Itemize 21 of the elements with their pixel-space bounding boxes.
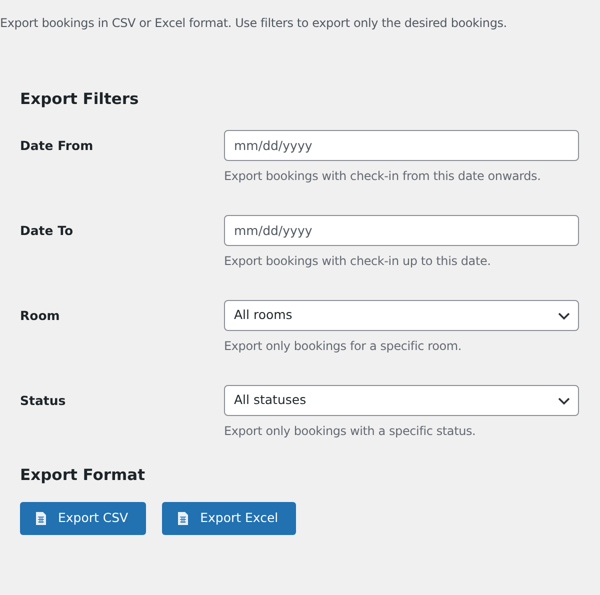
field-label: Status (19, 392, 67, 410)
intro-text: Export bookings in CSV or Excel format. Use filters to export only the desired bookings. (0, 15, 508, 32)
field-description: Export only bookings with a specific status. (224, 423, 477, 440)
date-input[interactable]: mm/dd/yyyy (224, 130, 579, 162)
dropdown[interactable]: All rooms (224, 300, 579, 332)
export-button[interactable]: Export CSV (20, 502, 146, 534)
document-icon (178, 512, 188, 524)
chevron-down-icon (558, 396, 570, 405)
chevron-down-icon (558, 312, 570, 320)
section-heading: Export Format (20, 465, 146, 486)
field-description: Export bookings with check-in up to this date. (224, 253, 492, 270)
export-button[interactable]: Export Excel (162, 502, 296, 534)
date-input[interactable]: mm/dd/yyyy (224, 215, 579, 246)
field-description: Export only bookings for a specific room. (224, 338, 462, 356)
field-label: Date From (19, 137, 94, 156)
field-label: Room (19, 307, 61, 326)
dropdown[interactable]: All statuses (224, 385, 579, 416)
section-heading: Export Filters (20, 89, 140, 110)
field-label: Date To (19, 222, 74, 240)
document-icon (36, 512, 46, 524)
field-description: Export bookings with check-in from this date onwards. (224, 168, 542, 186)
